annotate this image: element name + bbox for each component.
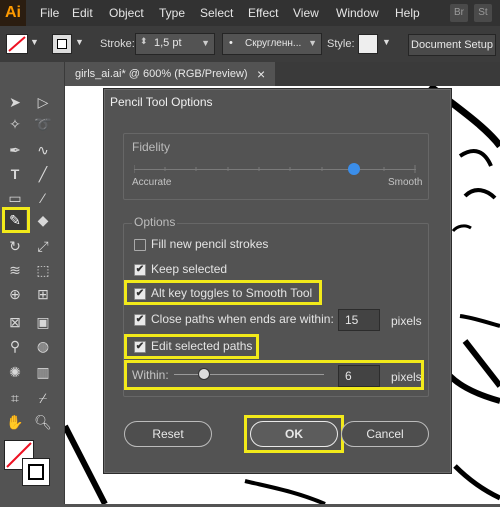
ok-button[interactable]: OK <box>250 421 338 447</box>
tools-panel: ➤ ▷ ✧ ➰ ✒ ∿ T ╱ ▭ ⁄ ✎ ◆ ↻ ⤢ ≋ ⬚ ⊕ ⊞ ⊠ ▣ … <box>0 62 65 504</box>
hand-tool-icon[interactable]: ✋ <box>4 412 26 432</box>
pen-tool-icon[interactable]: ✒ <box>4 140 26 160</box>
style-dropdown-icon[interactable]: ▼ <box>382 37 391 47</box>
mesh-tool-icon[interactable]: ⊠ <box>4 312 26 332</box>
direct-selection-tool-icon[interactable]: ▷ <box>32 92 54 112</box>
close-paths-checkbox[interactable]: ✔ <box>134 314 146 326</box>
menu-window[interactable]: Window <box>336 6 379 20</box>
chevron-down-icon[interactable]: ▼ <box>308 38 317 48</box>
document-setup-button[interactable]: Document Setup <box>408 34 496 56</box>
free-transform-tool-icon[interactable]: ⬚ <box>32 260 54 280</box>
alt-key-label: Alt key toggles to Smooth Tool <box>151 286 313 300</box>
cancel-button[interactable]: Cancel <box>341 421 429 447</box>
scale-tool-icon[interactable]: ⤢ <box>32 236 54 256</box>
fill-new-label: Fill new pencil strokes <box>151 237 269 251</box>
document-tab-title: girls_ai.ai* @ 600% (RGB/Preview) <box>75 68 248 80</box>
gradient-tool-icon[interactable]: ▣ <box>32 312 54 332</box>
within-unit: pixels <box>391 370 422 384</box>
keep-selected-checkbox[interactable]: ✔ <box>134 264 146 276</box>
column-graph-tool-icon[interactable]: ▥ <box>32 362 54 382</box>
stroke-weight-field[interactable]: ⬍ 1,5 pt ▼ <box>135 33 215 55</box>
edit-selected-checkbox[interactable]: ✔ <box>134 341 146 353</box>
slice-tool-icon[interactable]: ⌿ <box>32 388 54 408</box>
curvature-tool-icon[interactable]: ∿ <box>32 140 54 160</box>
menu-edit[interactable]: Edit <box>72 6 93 20</box>
eyedropper-tool-icon[interactable]: ⚲ <box>4 336 26 356</box>
stock-button[interactable]: St <box>474 4 492 22</box>
bridge-button[interactable]: Br <box>450 4 468 22</box>
blend-tool-icon[interactable]: ◍ <box>32 336 54 356</box>
stroke-swatch[interactable] <box>52 34 72 54</box>
keep-selected-label: Keep selected <box>151 262 228 276</box>
perspective-grid-tool-icon[interactable]: ⊞ <box>32 284 54 304</box>
symbol-sprayer-tool-icon[interactable]: ✺ <box>4 362 26 382</box>
style-label: Style: <box>327 38 355 50</box>
brush-dot-icon: • <box>229 37 233 49</box>
menu-type[interactable]: Type <box>159 6 185 20</box>
fidelity-min-label: Accurate <box>132 177 172 188</box>
paintbrush-tool-icon[interactable]: ⁄ <box>32 188 54 208</box>
close-paths-unit: pixels <box>391 314 422 328</box>
fill-swatch[interactable] <box>6 34 28 54</box>
close-paths-label: Close paths when ends are within: <box>151 312 334 326</box>
fill-dropdown-icon[interactable]: ▼ <box>30 37 39 47</box>
magic-wand-tool-icon[interactable]: ✧ <box>4 114 26 134</box>
illustrator-logo: Ai <box>0 0 26 26</box>
document-tab[interactable]: girls_ai.ai* @ 600% (RGB/Preview) × <box>65 62 275 86</box>
within-slider-track[interactable] <box>174 374 324 375</box>
line-segment-tool-icon[interactable]: ╱ <box>32 164 54 184</box>
alt-key-checkbox[interactable]: ✔ <box>134 288 146 300</box>
menu-bar: Ai File Edit Object Type Select Effect V… <box>0 0 500 26</box>
menu-select[interactable]: Select <box>200 6 233 20</box>
within-slider-thumb[interactable] <box>198 368 210 380</box>
style-swatch[interactable] <box>358 34 378 54</box>
options-label: Options <box>132 215 178 229</box>
close-paths-field[interactable]: 15 <box>338 309 380 331</box>
type-tool-icon[interactable]: T <box>4 164 26 184</box>
artboard-tool-icon[interactable]: ⌗ <box>4 388 26 408</box>
within-field[interactable]: 6 <box>338 365 380 387</box>
stroke-color-box[interactable] <box>22 458 50 486</box>
close-icon[interactable]: × <box>257 62 265 86</box>
edit-selected-label: Edit selected paths <box>151 339 253 353</box>
fidelity-max-label: Smooth <box>388 177 423 188</box>
menu-object[interactable]: Object <box>109 6 144 20</box>
fidelity-ticks <box>134 165 416 173</box>
chevron-down-icon[interactable]: ▼ <box>201 38 210 48</box>
within-label: Within: <box>132 368 169 382</box>
rotate-tool-icon[interactable]: ↻ <box>4 236 26 256</box>
fidelity-label: Fidelity <box>132 140 171 154</box>
eraser-tool-icon[interactable]: ◆ <box>32 210 54 230</box>
stroke-label: Stroke: <box>100 38 135 50</box>
brush-definition-dropdown[interactable]: • Скругленн... ▼ <box>222 33 322 55</box>
lasso-tool-icon[interactable]: ➰ <box>32 114 54 134</box>
menu-help[interactable]: Help <box>395 6 420 20</box>
fill-new-checkbox[interactable] <box>134 239 146 251</box>
stroke-dropdown-icon[interactable]: ▼ <box>75 37 84 47</box>
stepper-icon[interactable]: ⬍ <box>140 36 148 47</box>
warp-tool-icon[interactable]: ≋ <box>4 260 26 280</box>
selection-tool-icon[interactable]: ➤ <box>4 92 26 112</box>
pencil-tool-options-dialog: Pencil Tool Options Fidelity Accurate Sm… <box>103 88 452 474</box>
control-bar: ▼ ▼ Stroke: ⬍ 1,5 pt ▼ • Скругленн... ▼ … <box>0 26 500 63</box>
menu-view[interactable]: View <box>293 6 319 20</box>
menu-file[interactable]: File <box>40 6 59 20</box>
reset-button[interactable]: Reset <box>124 421 212 447</box>
rectangle-tool-icon[interactable]: ▭ <box>4 188 26 208</box>
none-swatch-icon <box>8 36 26 52</box>
dialog-title: Pencil Tool Options <box>110 95 213 109</box>
fidelity-slider-thumb[interactable] <box>347 163 360 175</box>
shape-builder-tool-icon[interactable]: ⊕ <box>4 284 26 304</box>
menu-effect[interactable]: Effect <box>248 6 278 20</box>
pencil-tool-icon[interactable]: ✎ <box>4 210 26 230</box>
zoom-tool-icon[interactable]: 🔍︎ <box>32 412 54 432</box>
